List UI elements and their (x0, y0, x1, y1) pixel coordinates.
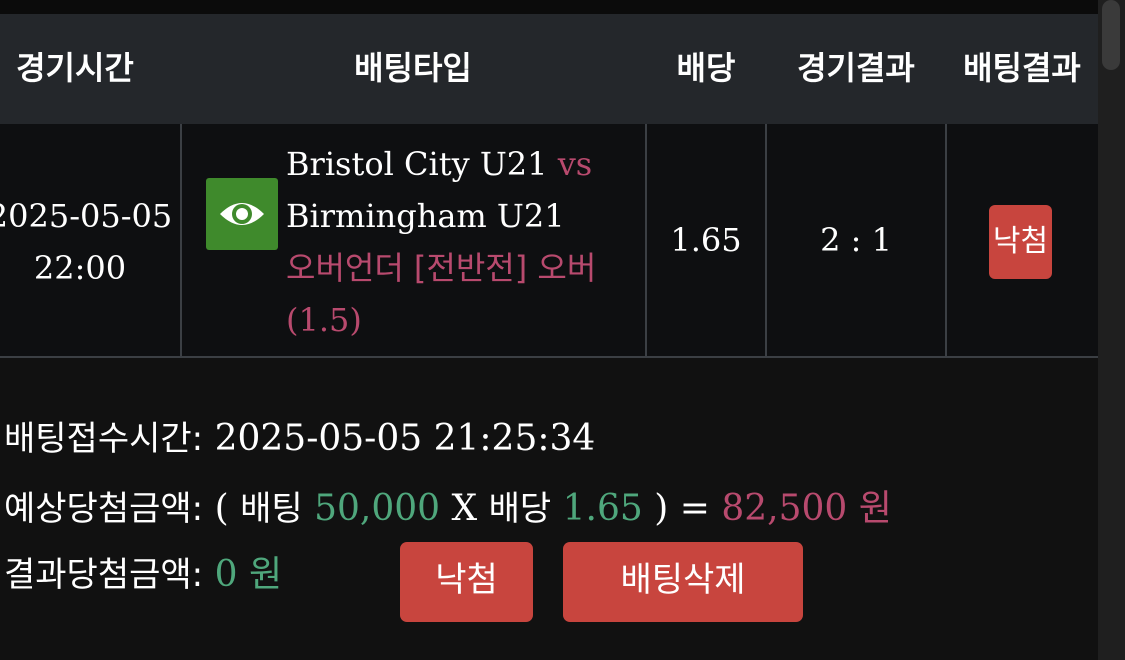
match-score: 2 : 1 (820, 221, 892, 259)
bet-line: (1.5) (286, 301, 362, 339)
odds-word: 배당 (488, 489, 552, 529)
bet-word: 배팅 (240, 489, 303, 529)
actual-label: 결과당첨금액: (4, 555, 204, 595)
vs-label: vs (557, 145, 593, 183)
expected-label: 예상당첨금액: (4, 489, 204, 529)
eye-icon[interactable] (206, 178, 278, 250)
received-value: 2025-05-05 21:25:34 (214, 418, 596, 459)
match-teams-line: Bristol City U21 vs (286, 138, 636, 190)
scrollbar-thumb[interactable] (1102, 0, 1120, 70)
away-team: Birmingham U21 (286, 197, 565, 235)
header-bet-result: 배팅결과 (963, 49, 1081, 87)
actual-amount: 0 원 (214, 554, 283, 595)
open-paren: ( (214, 488, 229, 529)
odds-amount: 1.65 (562, 488, 643, 529)
multiply-sign: X (451, 488, 478, 529)
header-bet-type: 배팅타입 (354, 49, 472, 87)
lost-button[interactable]: 낙첨 (400, 542, 533, 622)
home-team: Bristol City U21 (286, 145, 548, 183)
received-label: 배팅접수시간: (4, 419, 204, 459)
match-time: 2025-05-05 22:00 (0, 190, 180, 294)
header-odds: 배당 (676, 49, 736, 87)
expected-amount: 82,500 원 (721, 488, 892, 529)
expected-win-line: 예상당첨금액: ( 배팅 50,000 X 배당 1.65 ) = 82,500… (4, 484, 892, 534)
bet-details: Bristol City U21 vs Birmingham U21 오버언더 … (286, 138, 636, 346)
delete-bet-button[interactable]: 배팅삭제 (563, 542, 803, 622)
odds-value: 1.65 (670, 221, 742, 259)
bet-amount: 50,000 (314, 488, 441, 529)
actual-win-line: 결과당첨금액: 0 원 (4, 550, 282, 600)
column-divider (180, 124, 182, 358)
close-equals: ) = (654, 488, 710, 529)
bet-type: 오버언더 [전반전] 오버 (286, 249, 597, 287)
eye-icon-graphic (220, 203, 264, 225)
match-clock: 22:00 (33, 249, 127, 287)
header-match-time: 경기시간 (16, 49, 134, 87)
match-date: 2025-05-05 (0, 197, 173, 235)
scrollbar-track[interactable] (1098, 0, 1125, 660)
received-time-line: 배팅접수시간: 2025-05-05 21:25:34 (4, 414, 595, 464)
header-match-result: 경기결과 (797, 49, 915, 87)
bet-result-badge: 낙첨 (989, 205, 1052, 279)
top-bar (0, 0, 1098, 14)
